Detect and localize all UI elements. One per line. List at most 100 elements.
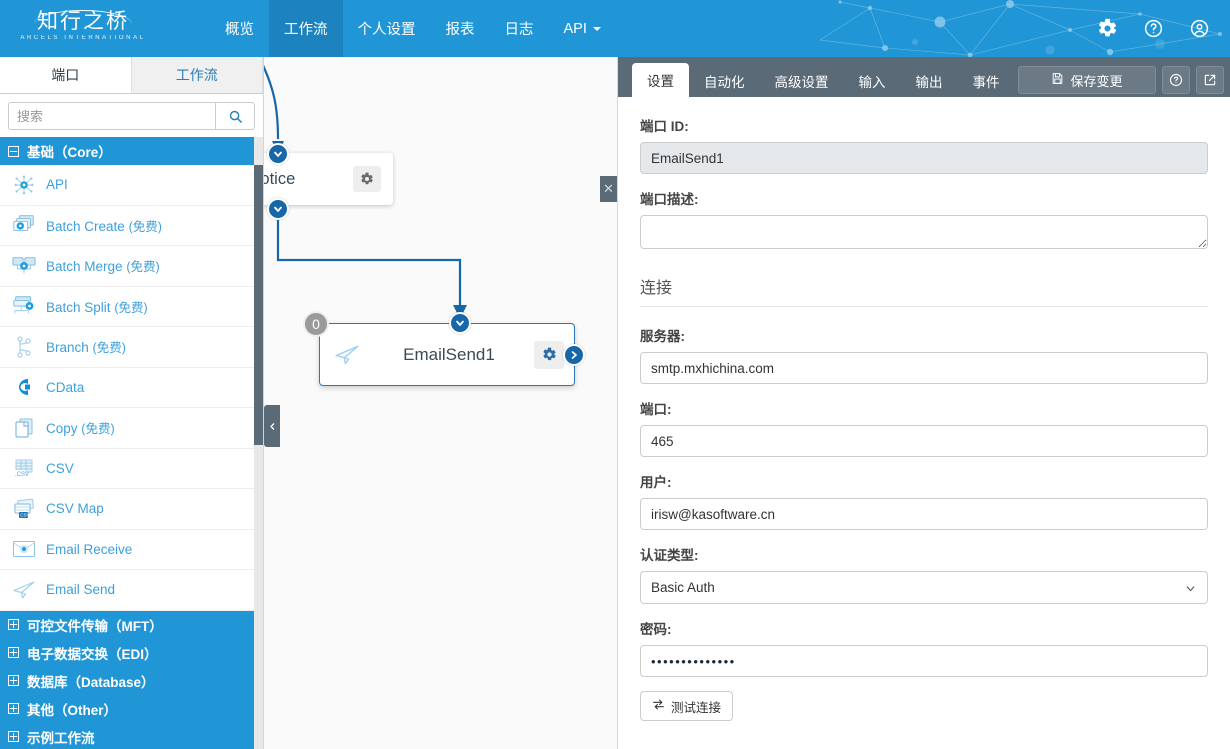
nav-item-overview[interactable]: 概览: [210, 0, 269, 57]
search-button[interactable]: [215, 102, 255, 130]
workflow-canvas[interactable]: ailNotice 0 EmailSend1: [264, 57, 617, 749]
nav-label: 个人设置: [358, 18, 416, 39]
port-item-label: Batch Merge (免费): [46, 256, 160, 275]
sidebar-collapse-handle[interactable]: [264, 405, 280, 447]
group-label: 其他（Other）: [27, 699, 117, 719]
user-input[interactable]: [640, 498, 1208, 530]
group-header-mft[interactable]: 可控文件传输（MFT）: [0, 611, 263, 639]
sidebar-tab-workflows[interactable]: 工作流: [132, 57, 264, 93]
nav-label: API: [564, 21, 587, 37]
password-input[interactable]: [640, 645, 1208, 677]
nav-item-logs[interactable]: 日志: [490, 0, 549, 57]
expand-plus-icon: [8, 675, 19, 686]
group-header-database[interactable]: 数据库（Database）: [0, 667, 263, 695]
port-description-textarea[interactable]: [640, 215, 1208, 249]
group-header-sample-workflows[interactable]: 示例工作流: [0, 723, 263, 749]
save-button-label: 保存变更: [1070, 71, 1122, 90]
tab-settings[interactable]: 设置: [632, 63, 689, 97]
port-item-batch-merge[interactable]: Batch Merge (免费): [0, 246, 263, 287]
svg-text:.CSV: .CSV: [15, 472, 29, 478]
tab-events[interactable]: 事件: [958, 65, 1015, 97]
port-item-branch[interactable]: Branch (免费): [0, 327, 263, 368]
port-item-email-send[interactable]: Email Send: [0, 570, 263, 611]
batch-merge-icon: [10, 254, 38, 278]
port-item-label: API: [46, 177, 68, 192]
node-output-port-emailsend1[interactable]: [563, 344, 585, 366]
field-label: 用户:: [640, 471, 1208, 491]
main-nav: 概览 工作流 个人设置 报表 日志 API: [210, 0, 616, 57]
port-id-input[interactable]: [640, 142, 1208, 174]
settings-tabs: 设置 自动化 高级设置 输入 输出 事件 保存变更: [618, 57, 1230, 97]
field-port-description: 端口描述:: [640, 188, 1208, 254]
port-item-api[interactable]: API: [0, 165, 263, 206]
exchange-icon: [652, 698, 665, 714]
tab-advanced[interactable]: 高级设置: [760, 65, 844, 97]
help-icon[interactable]: [1162, 66, 1190, 94]
gear-icon[interactable]: [534, 341, 564, 369]
field-label: 服务器:: [640, 325, 1208, 345]
sidebar-search-row: [0, 94, 263, 137]
field-label: 端口:: [640, 398, 1208, 418]
port-item-cdata[interactable]: CData: [0, 368, 263, 409]
port-item-csv[interactable]: .CSV CSV: [0, 449, 263, 490]
logo-title-en: ARCELS INTERNATIONAL: [18, 34, 148, 43]
sidebar-tab-ports[interactable]: 端口: [0, 57, 132, 93]
app-logo[interactable]: 知行之桥 ARCELS INTERNATIONAL: [18, 8, 148, 50]
port-item-copy[interactable]: Copy (免费): [0, 408, 263, 449]
nav-item-reports[interactable]: 报表: [431, 0, 490, 57]
chevron-down-icon: [593, 27, 601, 31]
field-auth-type: 认证类型: Basic Auth: [640, 544, 1208, 604]
account-icon[interactable]: [1188, 18, 1210, 40]
help-icon[interactable]: [1142, 18, 1164, 40]
tab-output[interactable]: 输出: [901, 65, 958, 97]
paper-plane-icon: [334, 344, 364, 366]
expand-plus-icon: [8, 619, 19, 630]
node-counter-badge[interactable]: 0: [303, 311, 329, 337]
field-label: 密码:: [640, 618, 1208, 638]
api-icon: [10, 173, 38, 197]
external-link-icon[interactable]: [1196, 66, 1224, 94]
close-icon[interactable]: ✕: [600, 176, 617, 202]
search-input[interactable]: [8, 102, 215, 130]
group-header-edi[interactable]: 电子数据交换（EDI）: [0, 639, 263, 667]
test-connection-button[interactable]: 测试连接: [640, 691, 733, 721]
tab-input[interactable]: 输入: [844, 65, 901, 97]
save-button[interactable]: 保存变更: [1018, 66, 1156, 94]
group-header-other[interactable]: 其他（Other）: [0, 695, 263, 723]
collapse-minus-icon: [8, 146, 19, 157]
copy-icon: [10, 416, 38, 440]
nav-item-api[interactable]: API: [549, 0, 616, 57]
branch-icon: [10, 335, 38, 359]
server-input[interactable]: [640, 352, 1208, 384]
group-label: 电子数据交换（EDI）: [27, 643, 158, 663]
auth-type-select[interactable]: Basic Auth: [640, 571, 1208, 604]
header-actions: [1096, 0, 1210, 57]
port-item-batch-split[interactable]: Batch Split (免费): [0, 287, 263, 328]
port-item-batch-create[interactable]: Batch Create (免费): [0, 206, 263, 247]
nav-item-workflow[interactable]: 工作流: [269, 0, 343, 57]
nav-label: 工作流: [284, 18, 328, 39]
group-header-core[interactable]: 基础（Core）: [0, 137, 263, 165]
section-title-connection: 连接: [640, 274, 1208, 307]
gear-icon[interactable]: [1096, 18, 1118, 40]
field-port: 端口:: [640, 398, 1208, 457]
sidebar-tabs: 端口 工作流: [0, 57, 263, 94]
sidebar-scrollbar-thumb[interactable]: [254, 165, 263, 445]
group-label: 基础（Core）: [27, 141, 112, 161]
node-emailsend1[interactable]: EmailSend1: [319, 323, 575, 386]
node-input-port-emailsend1[interactable]: [449, 312, 471, 334]
port-item-label: Batch Create (免费): [46, 216, 162, 235]
port-item-email-receive[interactable]: Email Receive: [0, 530, 263, 571]
field-label: 端口描述:: [640, 188, 1208, 208]
expand-plus-icon: [8, 703, 19, 714]
node-output-port-emailnotice[interactable]: [267, 198, 289, 220]
settings-panel-actions: 保存变更: [1018, 66, 1230, 97]
nav-item-personal-settings[interactable]: 个人设置: [343, 0, 431, 57]
port-item-csv-map[interactable]: CSV CSV Map: [0, 489, 263, 530]
node-input-port-emailnotice[interactable]: [267, 143, 289, 165]
tab-automation[interactable]: 自动化: [689, 65, 760, 97]
node-title: ailNotice: [264, 170, 295, 189]
port-input[interactable]: [640, 425, 1208, 457]
node-title: EmailSend1: [364, 345, 534, 365]
gear-icon[interactable]: [353, 166, 381, 192]
